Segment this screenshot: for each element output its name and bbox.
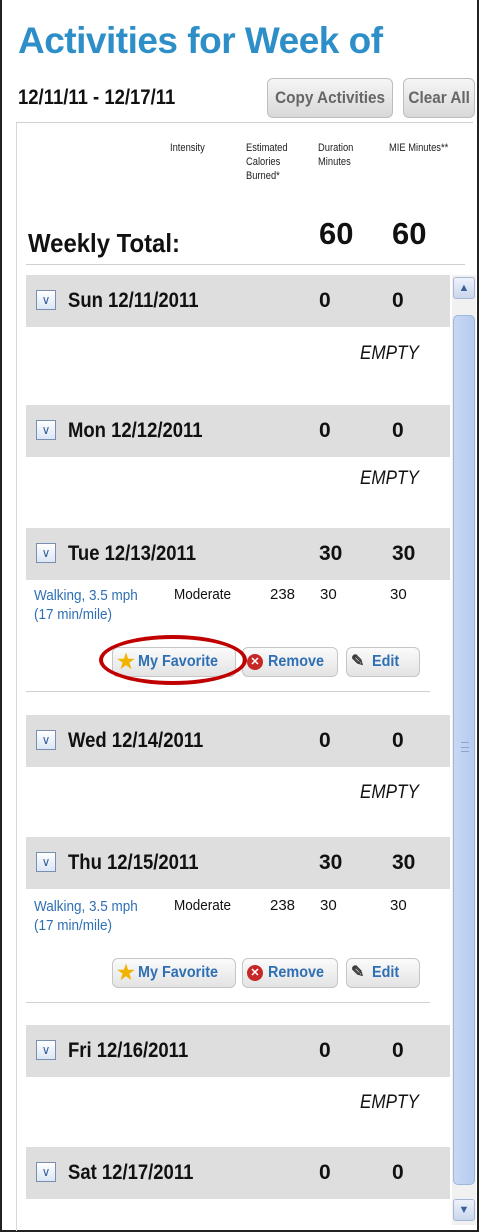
my-favorite-button[interactable]: ★ My Favorite <box>112 958 236 988</box>
edit-button[interactable]: ✎ Edit <box>346 958 420 988</box>
clear-all-button[interactable]: Clear All <box>403 78 475 118</box>
day-mie: 30 <box>392 851 416 874</box>
weekly-total-mie: 60 <box>392 216 427 251</box>
clear-all-label: Clear All <box>408 88 470 107</box>
chevron-down-icon[interactable]: ∨ <box>36 290 56 310</box>
panel-border <box>16 123 17 1231</box>
empty-label: EMPTY <box>360 782 419 803</box>
day-duration: 0 <box>319 289 331 312</box>
chevron-down-icon[interactable]: ∨ <box>36 852 56 872</box>
column-header-mie: MIE Minutes** <box>389 142 449 154</box>
activity-duration: 30 <box>320 586 337 603</box>
day-mie: 0 <box>392 1039 404 1062</box>
edit-button[interactable]: ✎ Edit <box>346 647 420 677</box>
chevron-down-icon[interactable]: ∨ <box>36 730 56 750</box>
day-label: Wed 12/14/2011 <box>68 729 204 752</box>
activity-name-line1: Walking, 3.5 mph <box>34 898 138 915</box>
scrollbar-thumb[interactable] <box>453 315 475 1185</box>
header-divider <box>16 122 473 123</box>
scroll-up-icon[interactable]: ▲ <box>453 277 475 299</box>
activity-mie: 30 <box>390 897 407 914</box>
day-header-sun: ∨ Sun 12/11/2011 0 0 <box>26 275 450 327</box>
chevron-down-icon[interactable]: ∨ <box>36 1162 56 1182</box>
edit-label: Edit <box>372 964 400 981</box>
chevron-down-icon[interactable]: ∨ <box>36 420 56 440</box>
remove-label: Remove <box>268 653 325 670</box>
activity-name-line2: (17 min/mile) <box>34 917 113 934</box>
star-icon: ★ <box>117 962 135 984</box>
day-header-thu: ∨ Thu 12/15/2011 30 30 <box>26 837 450 889</box>
day-header-sat: ∨ Sat 12/17/2011 0 0 <box>26 1147 450 1199</box>
day-label: Sat 12/17/2011 <box>68 1161 194 1184</box>
remove-icon: ✕ <box>247 965 263 981</box>
day-duration: 30 <box>319 542 343 565</box>
day-duration: 0 <box>319 1161 331 1184</box>
column-header-calories: Estimated Calories Burned* <box>246 142 288 182</box>
scrollbar-grip <box>461 742 469 752</box>
column-header-duration: Duration Minutes <box>318 142 354 168</box>
empty-label: EMPTY <box>360 343 419 364</box>
edit-label: Edit <box>372 653 400 670</box>
day-header-mon: ∨ Mon 12/12/2011 0 0 <box>26 405 450 457</box>
page-title: Activities for Week of <box>18 20 383 61</box>
day-duration: 0 <box>319 419 331 442</box>
highlight-ellipse <box>99 635 247 685</box>
day-mie: 0 <box>392 729 404 752</box>
chevron-down-icon[interactable]: ∨ <box>36 1040 56 1060</box>
activity-name-link[interactable]: Walking, 3.5 mph (17 min/mile) <box>34 586 138 624</box>
day-label: Mon 12/12/2011 <box>68 419 203 442</box>
activity-calories: 238 <box>270 586 296 603</box>
day-mie: 0 <box>392 419 404 442</box>
day-header-fri: ∨ Fri 12/16/2011 0 0 <box>26 1025 450 1077</box>
day-duration: 0 <box>319 729 331 752</box>
weekly-total-duration: 60 <box>319 216 354 251</box>
remove-icon: ✕ <box>247 654 263 670</box>
day-duration: 30 <box>319 851 343 874</box>
day-mie: 0 <box>392 289 404 312</box>
activity-mie: 30 <box>390 586 407 603</box>
activity-divider <box>26 691 430 692</box>
edit-icon: ✎ <box>351 964 365 981</box>
day-header-wed: ∨ Wed 12/14/2011 0 0 <box>26 715 450 767</box>
activity-name-line1: Walking, 3.5 mph <box>34 587 138 604</box>
activity-name-line2: (17 min/mile) <box>34 606 113 623</box>
day-duration: 0 <box>319 1039 331 1062</box>
activity-duration: 30 <box>320 897 337 914</box>
activity-intensity: Moderate <box>174 586 232 603</box>
remove-button[interactable]: ✕ Remove <box>242 958 338 988</box>
day-label: Fri 12/16/2011 <box>68 1039 189 1062</box>
day-header-tue: ∨ Tue 12/13/2011 30 30 <box>26 528 450 580</box>
copy-activities-label: Copy Activities <box>275 88 385 107</box>
day-label: Sun 12/11/2011 <box>68 289 199 312</box>
day-label: Tue 12/13/2011 <box>68 542 197 565</box>
column-header-intensity: Intensity <box>170 142 205 154</box>
day-mie: 30 <box>392 542 416 565</box>
activity-intensity: Moderate <box>174 897 232 914</box>
weekly-total-label: Weekly Total: <box>28 228 180 258</box>
activity-name-link[interactable]: Walking, 3.5 mph (17 min/mile) <box>34 897 138 935</box>
activity-calories: 238 <box>270 897 296 914</box>
my-favorite-label: My Favorite <box>138 964 219 981</box>
empty-label: EMPTY <box>360 468 419 489</box>
weekly-divider <box>26 264 465 265</box>
empty-label: EMPTY <box>360 1092 419 1113</box>
copy-activities-button[interactable]: Copy Activities <box>267 78 393 118</box>
day-list: ∨ Sun 12/11/2011 0 0 EMPTY ∨ Mon 12/12/2… <box>26 275 450 1225</box>
activity-divider <box>26 1002 430 1003</box>
remove-label: Remove <box>268 964 325 981</box>
day-mie: 0 <box>392 1161 404 1184</box>
edit-icon: ✎ <box>351 653 365 670</box>
day-label: Thu 12/15/2011 <box>68 851 199 874</box>
remove-button[interactable]: ✕ Remove <box>242 647 338 677</box>
week-date-range: 12/11/11 - 12/17/11 <box>18 86 176 109</box>
vertical-scrollbar[interactable]: ▲ ▼ <box>452 275 476 1225</box>
scroll-down-icon[interactable]: ▼ <box>453 1199 475 1221</box>
chevron-down-icon[interactable]: ∨ <box>36 543 56 563</box>
